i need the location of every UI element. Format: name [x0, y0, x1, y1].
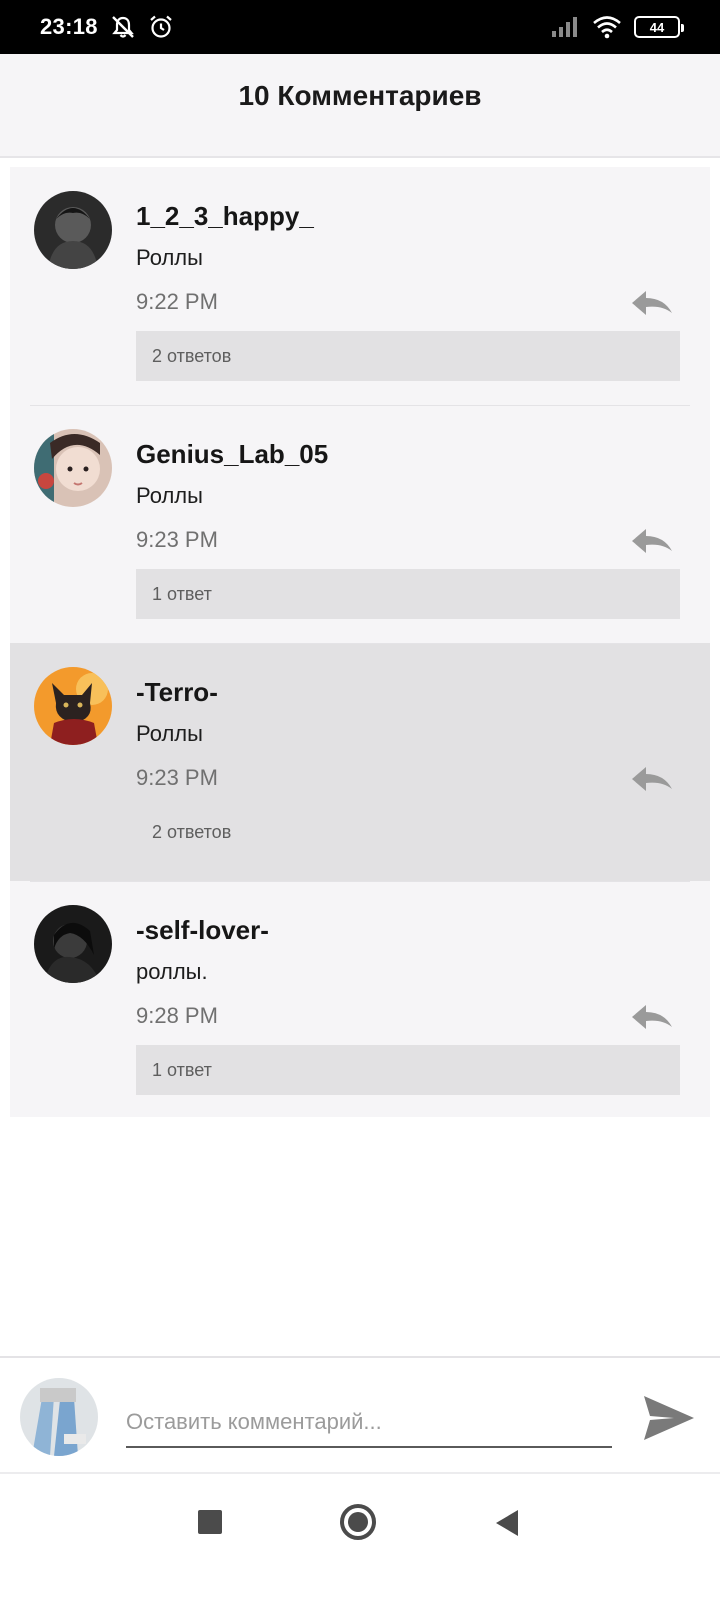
reply-icon[interactable] [630, 289, 674, 317]
avatar[interactable] [34, 905, 112, 983]
avatar[interactable] [34, 667, 112, 745]
battery-level: 44 [649, 19, 665, 35]
comment-text: Роллы [136, 721, 203, 746]
comment-username[interactable]: -self-lover- [136, 915, 269, 946]
comment-item-selected[interactable]: -Terro- Роллы 9:23 PM 2 ответов [10, 643, 710, 881]
send-icon[interactable] [640, 1390, 696, 1446]
replies-button[interactable]: 1 ответ [136, 569, 680, 619]
status-bar: 23:18 44 [0, 0, 720, 54]
comment-composer [0, 1356, 720, 1474]
alarm-icon [148, 14, 174, 40]
home-button[interactable] [340, 1504, 376, 1540]
back-button[interactable] [496, 1510, 518, 1536]
battery-indicator: 44 [634, 16, 684, 38]
current-user-avatar[interactable] [20, 1378, 98, 1456]
status-left: 23:18 [40, 14, 174, 40]
comment-username[interactable]: 1_2_3_happy_ [136, 201, 314, 232]
comment-item[interactable]: Genius_Lab_05 Роллы 9:23 PM 1 ответ [10, 405, 710, 643]
replies-count: 1 ответ [152, 583, 212, 604]
divider [30, 643, 690, 644]
divider [30, 881, 690, 882]
comment-text: Роллы [136, 483, 203, 508]
replies-count: 1 ответ [152, 1059, 212, 1080]
bell-off-icon [110, 14, 136, 40]
comment-username[interactable]: -Terro- [136, 677, 218, 708]
replies-button[interactable]: 2 ответов [136, 807, 680, 857]
comment-item[interactable]: 1_2_3_happy_ Роллы 9:22 PM 2 ответов [10, 167, 710, 405]
replies-count: 2 ответов [152, 821, 232, 842]
comment-text: роллы. [136, 959, 208, 984]
divider [30, 405, 690, 406]
comments-screen: 23:18 44 10 Комментариев 1_2_3_happy_ Ро… [0, 0, 720, 1600]
comment-time: 9:23 PM [136, 765, 218, 790]
status-right: 44 [550, 15, 684, 39]
comment-username[interactable]: Genius_Lab_05 [136, 439, 328, 470]
replies-button[interactable]: 1 ответ [136, 1045, 680, 1095]
page-title: 10 Комментариев [238, 80, 482, 111]
status-time: 23:18 [40, 14, 98, 39]
reply-icon[interactable] [630, 527, 674, 555]
comment-time: 9:23 PM [136, 527, 218, 552]
avatar[interactable] [34, 191, 112, 269]
reply-icon[interactable] [630, 1003, 674, 1031]
system-navigation-bar [0, 1476, 720, 1600]
avatar[interactable] [34, 429, 112, 507]
comment-time: 9:22 PM [136, 289, 218, 314]
replies-count: 2 ответов [152, 345, 232, 366]
recents-button[interactable] [198, 1510, 222, 1534]
replies-button[interactable]: 2 ответов [136, 331, 680, 381]
header: 10 Комментариев [0, 54, 720, 158]
comment-list: 1_2_3_happy_ Роллы 9:22 PM 2 ответов Gen… [10, 167, 710, 1117]
wifi-icon [592, 15, 622, 39]
comment-item[interactable]: -self-lover- роллы. 9:28 PM 1 ответ [10, 881, 710, 1117]
signal-icon [550, 16, 580, 38]
comment-text: Роллы [136, 245, 203, 270]
comment-input[interactable] [126, 1398, 612, 1448]
reply-icon[interactable] [630, 765, 674, 793]
comment-time: 9:28 PM [136, 1003, 218, 1028]
